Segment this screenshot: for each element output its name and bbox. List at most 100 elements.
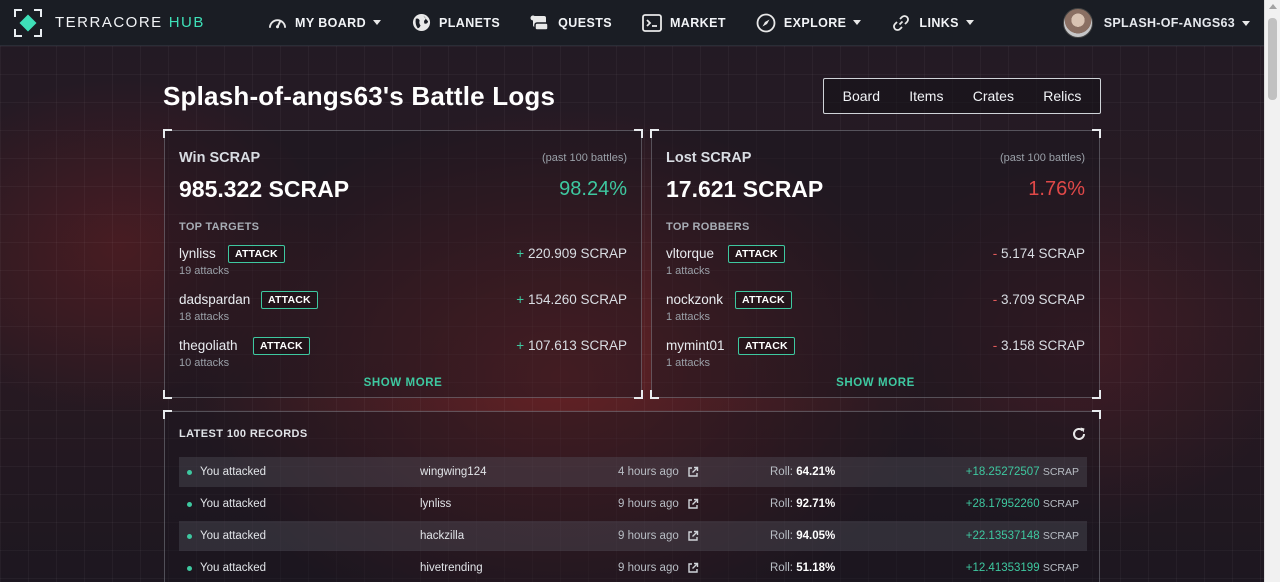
avatar	[1062, 8, 1093, 38]
external-link-icon[interactable]	[687, 466, 699, 478]
attack-count: 18 attacks	[179, 311, 230, 323]
top-targets-label: TOP TARGETS	[179, 221, 260, 233]
external-link-icon[interactable]	[687, 498, 699, 510]
lost-total: 17.621 SCRAP	[666, 176, 824, 202]
scrap-amount: + 107.613 SCRAP	[516, 338, 627, 353]
nav-quests[interactable]: QUESTS	[530, 13, 612, 33]
show-more-targets-button[interactable]: SHOW MORE	[165, 377, 641, 389]
dashboard-gauge-icon	[267, 13, 287, 33]
nav-my-board[interactable]: MY BOARD	[267, 13, 382, 33]
attack-button[interactable]: ATTACK	[735, 291, 792, 309]
tab-relics[interactable]: Relics	[1043, 88, 1081, 104]
win-scrap-panel: Win SCRAP (past 100 battles) 985.322 SCR…	[163, 129, 643, 399]
tab-items[interactable]: Items	[909, 88, 943, 104]
section-tabs: Board Items Crates Relics	[823, 78, 1101, 114]
record-amount: +28.17952260 SCRAP	[965, 498, 1079, 510]
lost-period: (past 100 battles)	[1000, 152, 1085, 164]
record-roll: Roll: 92.71%	[770, 498, 836, 510]
page-title: Splash-of-angs63's Battle Logs	[163, 81, 556, 111]
record-time: 4 hours ago	[618, 466, 770, 478]
win-percent: 98.24%	[559, 178, 627, 200]
brand-logo-link[interactable]: TERRACORE HUB	[14, 8, 254, 37]
record-time: 9 hours ago	[618, 498, 770, 510]
attack-button[interactable]: ATTACK	[253, 337, 310, 355]
robber-name[interactable]: vltorque	[666, 246, 714, 261]
attack-count: 10 attacks	[179, 357, 230, 369]
tab-crates[interactable]: Crates	[973, 88, 1014, 104]
terracore-logo-icon	[14, 8, 42, 37]
tab-board[interactable]: Board	[843, 88, 880, 104]
scrap-amount: - 3.709 SCRAP	[992, 292, 1085, 307]
attack-count: 19 attacks	[179, 265, 230, 277]
scrap-amount: - 5.174 SCRAP	[992, 246, 1085, 261]
list-item: thegoliath ATTACK 10 attacks + 107.613 S…	[179, 337, 627, 378]
top-navbar: TERRACORE HUB MY BOARD PLANETS QUESTS MA…	[0, 0, 1264, 46]
table-row: You attacked lynliss 9 hours ago Roll: 9…	[179, 489, 1087, 519]
table-row: You attacked hivetrending 9 hours ago Ro…	[179, 553, 1087, 582]
attack-button[interactable]: ATTACK	[738, 337, 795, 355]
nav-market[interactable]: MARKET	[642, 13, 726, 33]
record-time: 9 hours ago	[618, 530, 770, 542]
win-total: 985.322 SCRAP	[179, 176, 350, 202]
nav-planets[interactable]: PLANETS	[411, 13, 500, 33]
status-dot	[187, 469, 192, 475]
robber-name[interactable]: mymint01	[666, 338, 725, 353]
chevron-down-icon	[853, 20, 862, 25]
attack-button[interactable]: ATTACK	[261, 291, 318, 309]
record-amount: +22.13537148 SCRAP	[965, 530, 1079, 542]
attack-count: 1 attacks	[666, 311, 711, 323]
list-item: mymint01 ATTACK 1 attacks - 3.158 SCRAP	[666, 337, 1085, 378]
list-item: dadspardan ATTACK 18 attacks + 154.260 S…	[179, 291, 627, 332]
target-name[interactable]: lynliss	[179, 246, 216, 261]
scrap-amount: + 154.260 SCRAP	[516, 292, 627, 307]
list-item: lynliss ATTACK 19 attacks + 220.909 SCRA…	[179, 245, 627, 286]
target-name[interactable]: thegoliath	[179, 338, 238, 353]
latest-records-panel: LATEST 100 RECORDS You attacked wingwing…	[163, 410, 1101, 582]
robber-name[interactable]: nockzonk	[666, 292, 723, 307]
terminal-icon	[642, 13, 662, 33]
win-scrap-heading: Win SCRAP	[179, 150, 261, 166]
scroll-up-arrow-icon[interactable]	[1269, 4, 1277, 9]
list-item: nockzonk ATTACK 1 attacks - 3.709 SCRAP	[666, 291, 1085, 332]
record-amount: +12.41353199 SCRAP	[965, 562, 1079, 574]
record-user[interactable]: lynliss	[420, 498, 618, 510]
lost-percent: 1.76%	[1028, 178, 1085, 200]
record-action: You attacked	[200, 498, 267, 510]
lost-scrap-panel: Lost SCRAP (past 100 battles) 17.621 SCR…	[650, 129, 1101, 399]
record-user[interactable]: wingwing124	[420, 466, 618, 478]
globe-icon	[411, 13, 431, 33]
record-action: You attacked	[200, 562, 267, 574]
link-icon	[891, 13, 911, 33]
attack-count: 1 attacks	[666, 265, 711, 277]
attack-button[interactable]: ATTACK	[228, 245, 285, 263]
compass-icon	[756, 13, 776, 33]
scroll-icon	[530, 13, 550, 33]
external-link-icon[interactable]	[687, 530, 699, 542]
target-name[interactable]: dadspardan	[179, 292, 250, 307]
nav-links[interactable]: LINKS	[891, 13, 974, 33]
table-row: You attacked hackzilla 9 hours ago Roll:…	[179, 521, 1087, 551]
records-title: LATEST 100 RECORDS	[179, 428, 308, 440]
chevron-down-icon	[373, 20, 382, 25]
top-robbers-label: TOP ROBBERS	[666, 221, 750, 233]
attack-button[interactable]: ATTACK	[728, 245, 785, 263]
username: SPLASH-OF-ANGS63	[1103, 16, 1235, 30]
scrollbar-thumb[interactable]	[1268, 18, 1277, 100]
page-scrollbar[interactable]	[1264, 0, 1280, 582]
status-dot	[187, 501, 192, 507]
refresh-icon[interactable]	[1071, 426, 1087, 442]
record-user[interactable]: hackzilla	[420, 530, 618, 542]
list-item: vltorque ATTACK 1 attacks - 5.174 SCRAP	[666, 245, 1085, 286]
status-dot	[187, 565, 192, 571]
show-more-robbers-button[interactable]: SHOW MORE	[652, 377, 1099, 389]
attack-count: 1 attacks	[666, 357, 711, 369]
user-menu[interactable]: SPLASH-OF-ANGS63	[1062, 0, 1250, 46]
nav-explore[interactable]: EXPLORE	[756, 13, 862, 33]
win-period: (past 100 battles)	[542, 152, 627, 164]
record-user[interactable]: hivetrending	[420, 562, 618, 574]
lost-scrap-heading: Lost SCRAP	[666, 150, 752, 166]
record-action: You attacked	[200, 466, 267, 478]
record-roll: Roll: 94.05%	[770, 530, 836, 542]
record-time: 9 hours ago	[618, 562, 770, 574]
external-link-icon[interactable]	[687, 562, 699, 574]
